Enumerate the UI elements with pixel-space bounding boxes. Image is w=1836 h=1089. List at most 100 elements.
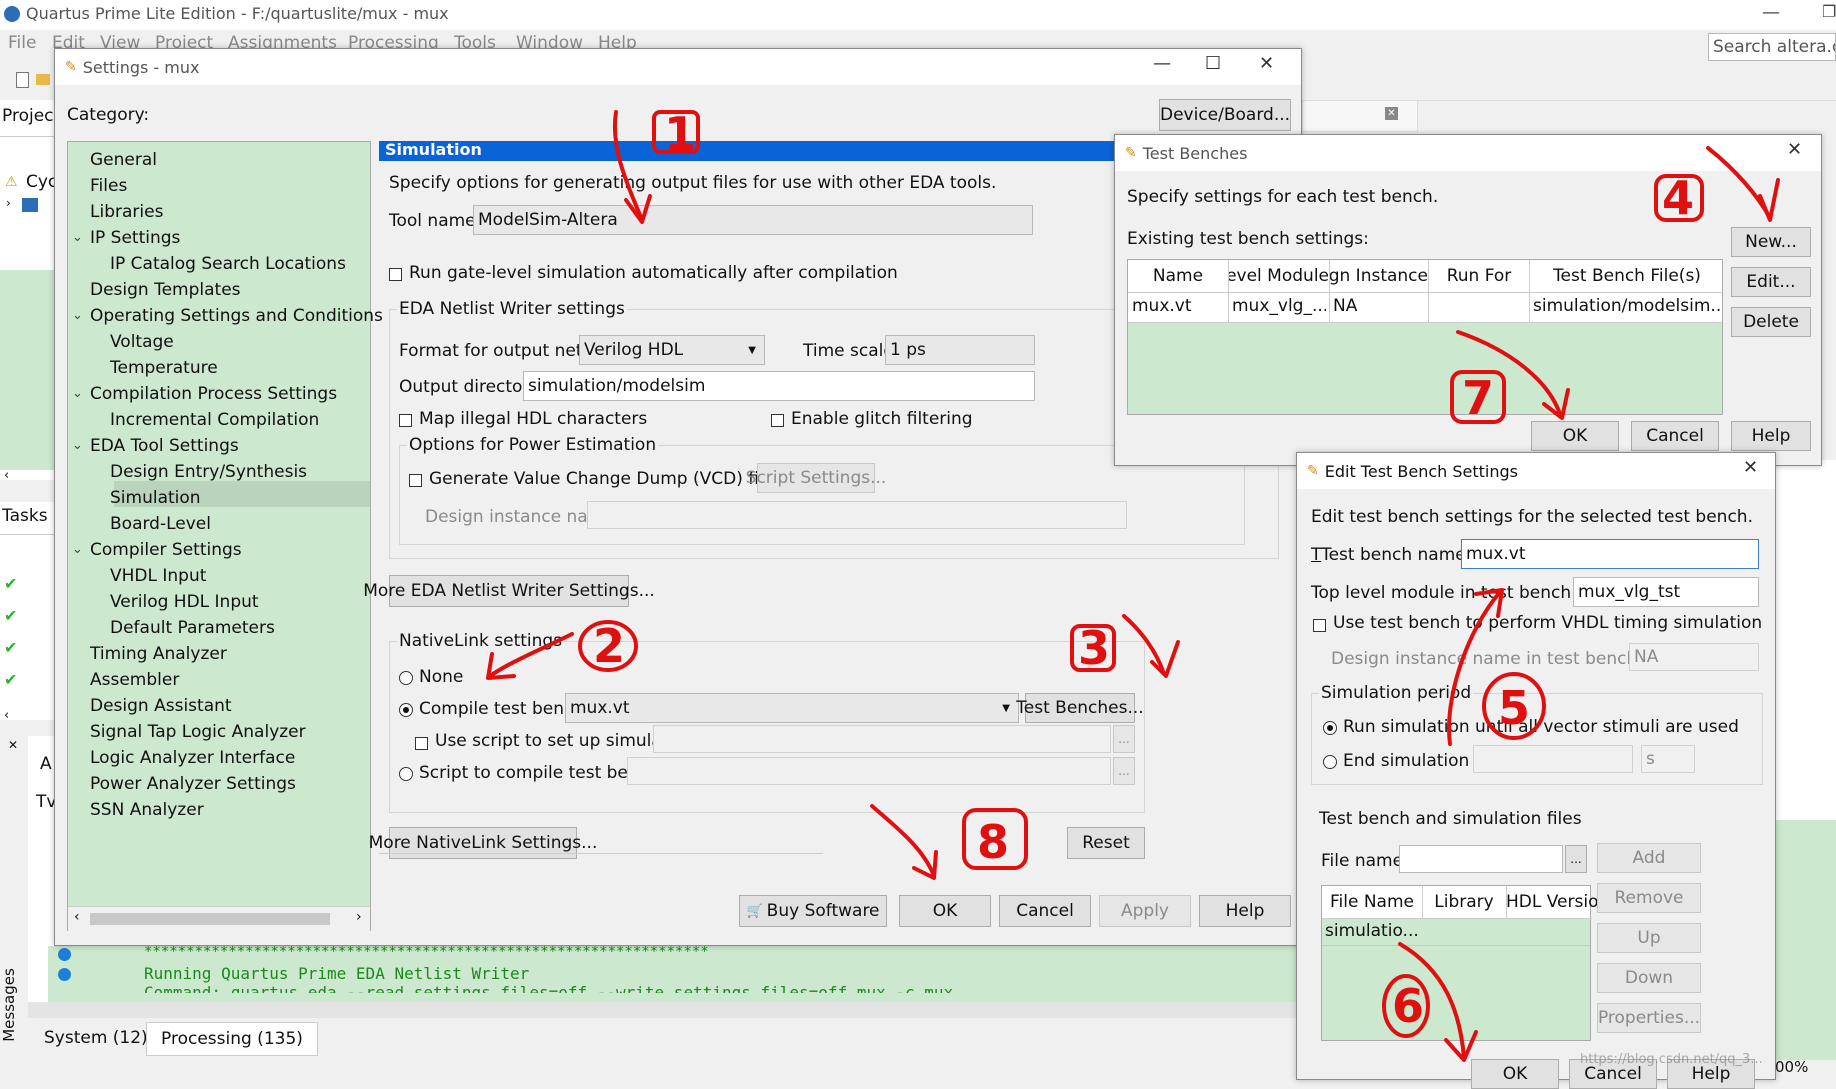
use-tb-vhdl-checkbox[interactable] xyxy=(1313,619,1326,632)
new-file-icon[interactable] xyxy=(16,72,29,88)
none-radio[interactable] xyxy=(399,671,413,685)
file-remove-button[interactable]: Remove xyxy=(1597,883,1701,913)
tree-item-assembler[interactable]: Assembler xyxy=(90,670,179,690)
scroll-left-icon[interactable]: ‹ xyxy=(74,909,80,925)
more-eda-button[interactable]: More EDA Netlist Writer Settings... xyxy=(363,575,655,607)
tree-item-compiler-settings[interactable]: Compiler Settings xyxy=(90,540,242,560)
end-at-input[interactable] xyxy=(1473,745,1633,773)
tree-item-ip-settings[interactable]: IP Settings xyxy=(90,228,180,248)
tb-edit-button[interactable]: Edit... xyxy=(1731,267,1811,297)
tb-delete-button[interactable]: Delete xyxy=(1731,307,1811,337)
close-tab-icon[interactable]: ✕ xyxy=(1385,107,1398,120)
tb-help-button[interactable]: Help xyxy=(1731,421,1811,451)
messages-scrollbar[interactable] xyxy=(28,1002,1308,1018)
tree-item-ssn-analyzer[interactable]: SSN Analyzer xyxy=(90,800,204,820)
tree-item-vhdl-input[interactable]: VHDL Input xyxy=(110,566,206,586)
reset-button[interactable]: Reset xyxy=(1067,827,1145,859)
tree-hscrollbar[interactable]: ‹ › xyxy=(68,906,370,931)
edit-tb-ok-button[interactable]: OK xyxy=(1471,1059,1559,1089)
design-instance-input[interactable] xyxy=(587,501,1127,529)
more-nativelink-button[interactable]: More NativeLink Settings... xyxy=(369,827,597,859)
scroll-left-icon[interactable]: ‹ xyxy=(4,468,9,483)
tree-item-verilog-input[interactable]: Verilog HDL Input xyxy=(110,592,259,612)
file-down-button[interactable]: Down xyxy=(1597,963,1701,993)
compile-tb-select[interactable]: mux.vt ▼ xyxy=(565,693,1019,723)
open-folder-icon[interactable] xyxy=(36,74,50,85)
table-row[interactable]: mux.vt mux_vlg_... NA simulation/modelsi… xyxy=(1128,292,1722,323)
expand-caret-icon[interactable]: ⌄ xyxy=(72,386,83,401)
tree-item-board-level[interactable]: Board-Level xyxy=(110,514,211,534)
tree-item-design-templates[interactable]: Design Templates xyxy=(90,280,241,300)
settings-ok-button[interactable]: OK xyxy=(899,895,991,927)
device-board-button[interactable]: Device/Board... xyxy=(1159,99,1291,131)
run-gate-level-checkbox[interactable] xyxy=(389,268,402,281)
search-altera-input[interactable]: Search altera.com xyxy=(1708,33,1836,61)
close-icon[interactable]: ✕ xyxy=(8,738,18,752)
app-minimize-icon[interactable]: — xyxy=(1762,2,1780,23)
tb-ok-button[interactable]: OK xyxy=(1531,421,1619,451)
tree-item-signal-tap[interactable]: Signal Tap Logic Analyzer xyxy=(90,722,306,742)
tb-name-input[interactable]: mux.vt xyxy=(1461,539,1759,569)
tool-name-select[interactable]: ModelSim-Altera xyxy=(473,205,1033,235)
file-add-button[interactable]: Add xyxy=(1597,843,1701,873)
tree-item-ip-catalog[interactable]: IP Catalog Search Locations xyxy=(110,254,346,274)
enable-glitch-checkbox[interactable] xyxy=(771,414,784,427)
tree-item-temperature[interactable]: Temperature xyxy=(110,358,218,378)
script-settings-button[interactable]: Script Settings... xyxy=(746,463,886,493)
top-level-input[interactable]: mux_vlg_tst xyxy=(1573,577,1759,607)
expand-icon[interactable]: › xyxy=(6,196,11,210)
format-select[interactable]: Verilog HDL ▼ xyxy=(579,335,765,365)
scroll-right-icon[interactable]: › xyxy=(356,909,362,925)
tb-cancel-button[interactable]: Cancel xyxy=(1631,421,1719,451)
tree-item-power-analyzer[interactable]: Power Analyzer Settings xyxy=(90,774,296,794)
tree-item-incremental-compilation[interactable]: Incremental Compilation xyxy=(110,410,319,430)
scroll-left-icon[interactable]: ‹ xyxy=(4,708,9,723)
minimize-icon[interactable]: — xyxy=(1153,53,1171,74)
tree-item-files[interactable]: Files xyxy=(90,176,127,196)
app-restore-icon[interactable]: ❐ xyxy=(1822,2,1836,21)
tree-item-general[interactable]: General xyxy=(90,150,157,170)
file-name-input[interactable] xyxy=(1399,845,1563,873)
file-browse-button[interactable]: ... xyxy=(1565,845,1587,873)
expand-caret-icon[interactable]: ⌄ xyxy=(72,542,83,557)
messages-tab-a[interactable]: A xyxy=(40,754,52,774)
settings-cancel-button[interactable]: Cancel xyxy=(999,895,1091,927)
output-dir-input[interactable]: simulation/modelsim xyxy=(523,371,1035,401)
file-up-button[interactable]: Up xyxy=(1597,923,1701,953)
design-inst-input[interactable]: NA xyxy=(1629,643,1759,671)
settings-apply-button[interactable]: Apply xyxy=(1099,895,1191,927)
tab-processing[interactable]: Processing (135) xyxy=(146,1022,318,1056)
tree-item-design-assistant[interactable]: Design Assistant xyxy=(90,696,232,716)
tree-item-logic-analyzer-interface[interactable]: Logic Analyzer Interface xyxy=(90,748,295,768)
close-icon[interactable]: ✕ xyxy=(1259,53,1274,74)
tree-item-default-parameters[interactable]: Default Parameters xyxy=(110,618,275,638)
map-illegal-checkbox[interactable] xyxy=(399,414,412,427)
tb-new-button[interactable]: New... xyxy=(1731,227,1811,257)
end-at-unit-select[interactable]: s xyxy=(1641,745,1695,773)
settings-help-button[interactable]: Help xyxy=(1199,895,1291,927)
script-compile-radio[interactable] xyxy=(399,767,413,781)
tree-item-design-entry[interactable]: Design Entry/Synthesis xyxy=(110,462,307,482)
timescale-select[interactable]: 1 ps xyxy=(885,335,1035,365)
vcd-checkbox[interactable] xyxy=(409,474,422,487)
close-icon[interactable]: ✕ xyxy=(1787,139,1802,160)
script-compile-input[interactable] xyxy=(627,757,1111,785)
tree-item-libraries[interactable]: Libraries xyxy=(90,202,163,222)
close-icon[interactable]: ✕ xyxy=(1743,457,1758,478)
expand-caret-icon[interactable]: ⌄ xyxy=(72,438,83,453)
compile-tb-radio[interactable] xyxy=(399,703,413,717)
tree-item-voltage[interactable]: Voltage xyxy=(110,332,174,352)
tree-item-eda-tool-settings[interactable]: EDA Tool Settings xyxy=(90,436,239,456)
script-compile-browse-button[interactable]: ... xyxy=(1113,757,1135,785)
tree-item-compilation-process[interactable]: Compilation Process Settings xyxy=(90,384,337,404)
tab-system[interactable]: System (12) xyxy=(44,1028,148,1048)
expand-caret-icon[interactable]: ⌄ xyxy=(72,308,83,323)
tree-item-timing-analyzer[interactable]: Timing Analyzer xyxy=(90,644,227,664)
use-script-input[interactable] xyxy=(653,725,1111,753)
expand-caret-icon[interactable]: ⌄ xyxy=(72,230,83,245)
buy-software-button[interactable]: 🛒 Buy Software xyxy=(739,895,887,927)
tree-item-operating-settings[interactable]: Operating Settings and Conditions xyxy=(90,306,383,326)
use-script-browse-button[interactable]: ... xyxy=(1113,725,1135,753)
table-row[interactable]: simulatio... xyxy=(1322,919,1590,946)
test-benches-button[interactable]: Test Benches... xyxy=(1016,693,1144,723)
